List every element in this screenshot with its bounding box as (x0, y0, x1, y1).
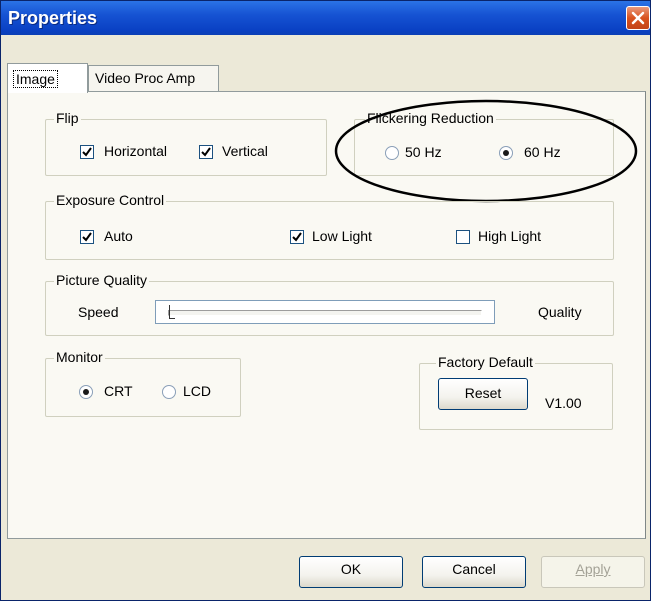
monitor-legend: Monitor (54, 349, 105, 365)
reset-button[interactable]: Reset (438, 378, 528, 410)
checkmark-icon (82, 147, 92, 157)
quality-slider[interactable] (155, 300, 495, 324)
checkmark-icon (292, 232, 302, 242)
tab-image-label: Image (13, 70, 58, 88)
quality-label: Quality (538, 304, 582, 320)
exposure-control-legend: Exposure Control (54, 192, 167, 208)
slider-track (168, 310, 482, 316)
checkmark-icon (82, 232, 92, 242)
ok-button-label: OK (340, 561, 362, 577)
flip-legend: Flip (54, 110, 81, 126)
properties-dialog: Properties Video Proc Amp Image Flip Hor… (0, 0, 651, 601)
reset-button-label: Reset (464, 385, 502, 401)
close-icon (631, 11, 645, 25)
tab-image[interactable]: Image (7, 63, 88, 93)
radio-crt[interactable] (79, 385, 93, 399)
radio-lcd[interactable] (162, 385, 176, 399)
title-bar[interactable]: Properties (1, 1, 650, 35)
high-light-checkbox[interactable] (456, 230, 470, 244)
speed-label: Speed (78, 304, 119, 320)
vertical-label: Vertical (222, 143, 268, 159)
checkmark-icon (201, 147, 211, 157)
close-button[interactable] (626, 6, 650, 30)
vertical-checkbox[interactable] (199, 145, 213, 159)
low-light-checkbox[interactable] (290, 230, 304, 244)
window-title: Properties (8, 8, 98, 28)
tab-video-proc-amp-label: Video Proc Amp (95, 70, 196, 86)
auto-label: Auto (104, 228, 133, 244)
horizontal-checkbox[interactable] (80, 145, 94, 159)
auto-checkbox[interactable] (80, 230, 94, 244)
low-light-label: Low Light (312, 228, 372, 244)
factory-default-legend: Factory Default (436, 354, 535, 370)
radio-selected-dot (83, 389, 89, 395)
cancel-button[interactable]: Cancel (422, 556, 526, 588)
horizontal-label: Horizontal (104, 143, 168, 159)
picture-quality-legend: Picture Quality (54, 272, 150, 288)
slider-thumb[interactable] (169, 305, 175, 319)
tab-video-proc-amp[interactable]: Video Proc Amp (88, 65, 219, 91)
high-light-label: High Light (478, 228, 542, 244)
radio-lcd-label: LCD (183, 383, 212, 399)
monitor-group: Monitor (45, 349, 241, 417)
version-label: V1.00 (545, 395, 582, 411)
cancel-button-label: Cancel (452, 561, 496, 577)
annotation-ellipse (334, 99, 638, 203)
apply-button-label: Apply (575, 561, 611, 577)
apply-button[interactable]: Apply (541, 556, 645, 588)
radio-crt-label: CRT (104, 383, 133, 399)
ok-button[interactable]: OK (299, 556, 403, 588)
